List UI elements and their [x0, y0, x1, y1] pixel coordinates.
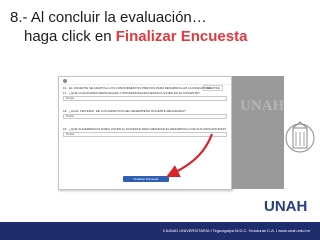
- question-text: 16. EL DOCENTE SE ADAPTA A LOS CONOCIMIEN…: [63, 86, 212, 90]
- survey-screenshot: SIEMPRE 16. EL DOCENTE SE ADAPTA A LOS CO…: [58, 76, 232, 190]
- unah-logo-text: UNAH: [264, 198, 308, 215]
- side-watermark-text: UNAH: [240, 98, 284, 114]
- screenshot-topbar: [59, 77, 231, 85]
- question-row: 18. ¿CUAL CRITERIO, DE LOS ASPECTOS DEL D…: [63, 109, 227, 119]
- question-text: 18. ¿CUAL CRITERIO, DE LOS ASPECTOS DEL D…: [63, 109, 186, 113]
- logo-icon: [63, 78, 67, 83]
- answer-field[interactable]: Prueba: [63, 132, 227, 137]
- question-row: 17. ¿QUE CUALIDADES PERSONALES Y PROFESIO…: [63, 91, 227, 101]
- question-text: 17. ¿QUE CUALIDADES PERSONALES Y PROFESIO…: [63, 91, 200, 95]
- title-line-1: 8.- Al concluir la evaluación…: [10, 9, 207, 26]
- answer-field[interactable]: Prueba: [63, 96, 227, 101]
- footer-bar: CIUDAD UNIVERSITARIA I Tegucigalpa M.D.C…: [0, 222, 320, 240]
- title-prefix: haga click en: [24, 28, 116, 45]
- slide-title: 8.- Al concluir la evaluación… haga clic…: [10, 8, 247, 46]
- finalize-survey-button[interactable]: Finalizar Encuesta: [123, 176, 169, 182]
- title-line-2: haga click en Finalizar Encuesta: [10, 27, 247, 46]
- question-row: 19. ¿QUE SUGERENCIAS DARIA USTED AL DOCEN…: [63, 127, 227, 137]
- title-highlight: Finalizar Encuesta: [115, 28, 248, 45]
- question-row: 16. EL DOCENTE SE ADAPTA A LOS CONOCIMIEN…: [63, 86, 227, 90]
- university-seal-icon: [285, 121, 315, 153]
- answer-field[interactable]: Prueba: [63, 114, 227, 119]
- question-text: 19. ¿QUE SUGERENCIAS DARIA USTED AL DOCEN…: [63, 127, 227, 131]
- side-graphic: UNAH: [232, 76, 284, 189]
